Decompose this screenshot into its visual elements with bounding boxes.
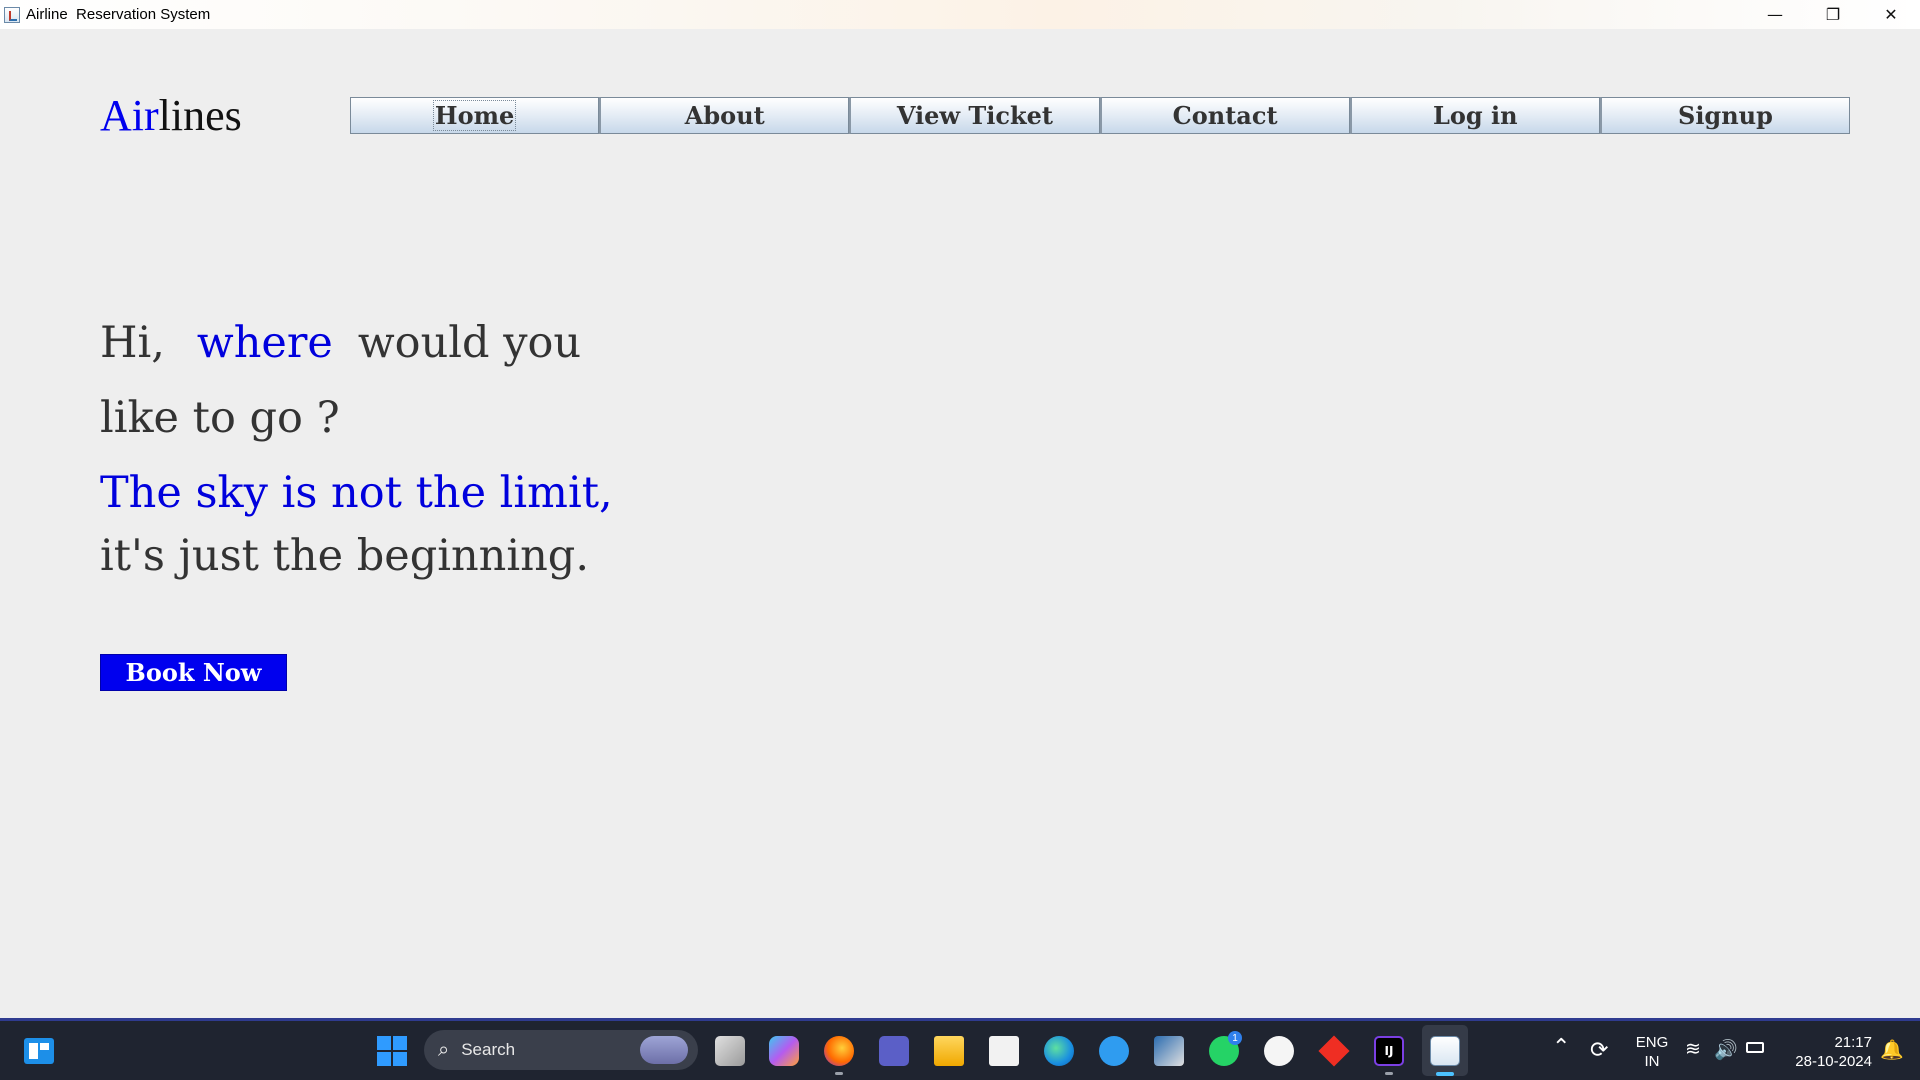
window-controls: — ❐ ✕ [1746,0,1920,29]
main-nav: Home About View Ticket Contact Log in Si… [350,97,1851,134]
whatsapp-notification-badge: 1 [1228,1031,1242,1045]
nav-about-button[interactable]: About [599,97,850,134]
windows-start-icon[interactable] [377,1036,407,1066]
nav-view-ticket-button[interactable]: View Ticket [849,97,1100,134]
battery-icon[interactable] [1746,1042,1764,1053]
file-explorer-icon[interactable] [934,1036,964,1066]
title-bar: Airline Reservation System — ❐ ✕ [0,0,1920,29]
hero-line-2: like to go ? [100,393,340,443]
task-view-icon[interactable] [715,1036,745,1066]
notification-bell-icon[interactable]: 🔔 [1880,1038,1904,1061]
nav-contact-button[interactable]: Contact [1099,97,1350,134]
hero-where: where [196,318,333,368]
edge-icon[interactable] [1044,1036,1074,1066]
microsoft-store-icon[interactable] [989,1036,1019,1066]
hero-line-1: Hi, where would you [100,318,581,368]
copilot-icon[interactable] [769,1036,799,1066]
taskbar-search-box[interactable]: ⌕ Search [424,1030,698,1070]
intellij-running-indicator [1385,1072,1393,1075]
window-title: Airline Reservation System [26,6,211,23]
search-icon: ⌕ [438,1038,450,1061]
python-idle-icon[interactable] [1154,1036,1184,1066]
firefox-icon[interactable] [824,1036,854,1066]
language-indicator[interactable]: ENG IN [1632,1033,1672,1071]
nav-login-button[interactable]: Log in [1349,97,1600,134]
restore-button[interactable]: ❐ [1804,0,1862,29]
minimize-button[interactable]: — [1746,0,1804,29]
book-now-button[interactable]: Book Now [100,654,287,691]
java-app-active-indicator [1436,1072,1454,1076]
show-hidden-icons-chevron-icon[interactable]: ⌃ [1552,1035,1570,1060]
nav-home-button[interactable]: Home [350,97,600,134]
logo-part-lines: lines [158,91,242,140]
get-help-icon[interactable] [1099,1036,1129,1066]
hero-hi: Hi, [100,318,165,368]
clock[interactable]: 21:17 28-10-2024 [1782,1033,1872,1071]
firefox-running-indicator [835,1072,843,1075]
hero-tagline-2: it's just the beginning. [100,531,589,581]
volume-icon[interactable]: 🔊 [1714,1038,1738,1061]
teams-icon[interactable] [879,1036,909,1066]
hero-would-you: would you [357,318,582,368]
hero-tagline-1: The sky is not the limit, [100,468,613,518]
search-highlight-image [640,1036,688,1064]
nav-signup-button[interactable]: Signup [1599,97,1851,134]
sync-icon[interactable]: ⟳ [1590,1038,1608,1063]
java-app-taskbar-icon[interactable] [1430,1036,1460,1066]
java-app-icon [4,6,20,23]
app-a-icon[interactable] [1264,1036,1294,1066]
close-button[interactable]: ✕ [1862,0,1920,29]
intellij-idea-icon[interactable]: IJ [1374,1036,1404,1066]
search-placeholder: Search [461,1040,516,1059]
airlines-logo: Airlines [100,90,242,141]
widgets-icon[interactable] [24,1038,54,1064]
wifi-icon[interactable]: ≋ [1685,1038,1701,1060]
taskbar: ⌕ Search 1 IJ ⌃ ⟳ ENG IN ≋ 🔊 21:17 28-10… [0,1021,1920,1080]
logo-part-air: Air [100,91,159,140]
anydesk-icon[interactable] [1318,1035,1350,1067]
